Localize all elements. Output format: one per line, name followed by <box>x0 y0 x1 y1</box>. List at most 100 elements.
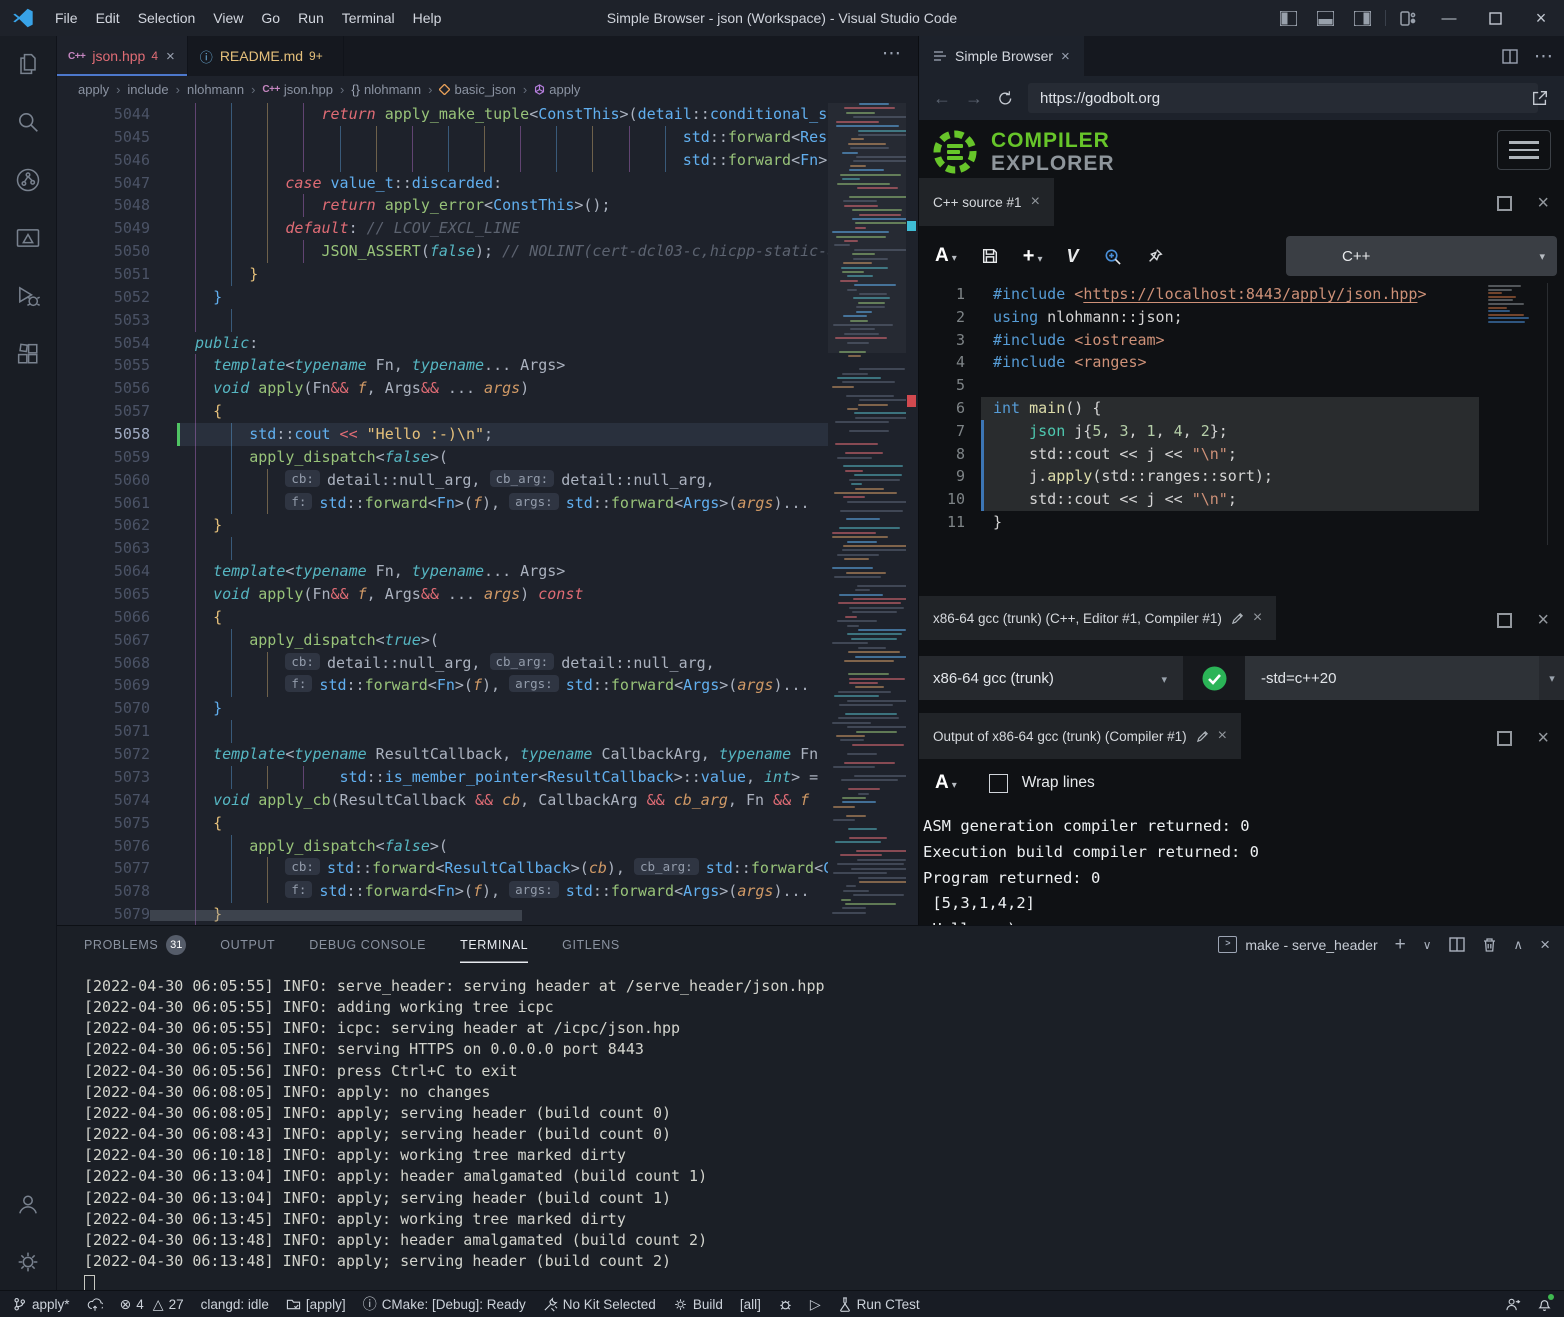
menu-go[interactable]: Go <box>252 0 289 36</box>
build-target-item[interactable]: [all] <box>740 1297 761 1312</box>
code-line[interactable]: 5062} <box>56 514 828 537</box>
rename-icon[interactable] <box>1231 612 1244 625</box>
maximize-pane-icon[interactable] <box>1496 730 1513 747</box>
code-line[interactable]: 5072template<typename ResultCallback, ty… <box>56 743 828 766</box>
split-terminal-icon[interactable] <box>1449 937 1465 952</box>
tab-readme-md[interactable]: ⓘ README.md 9+ <box>188 36 344 76</box>
terminal-dropdown-icon[interactable]: ∨ <box>1423 938 1432 952</box>
ce-code-line[interactable]: 1#include <https://localhost:8443/apply/… <box>919 283 1479 306</box>
code-line[interactable]: 5055template<typename Fn, typename... Ar… <box>56 354 828 377</box>
breadcrumb-item[interactable]: include <box>127 82 168 97</box>
code-line[interactable]: 5068cb:detail::null_arg, cb_arg:detail::… <box>56 652 828 675</box>
terminal-instance[interactable]: > make - serve_header <box>1218 936 1377 953</box>
code-line[interactable]: 5069f:std::forward<Fn>(f), args:std::for… <box>56 674 828 697</box>
chevron-down-icon[interactable]: ▾ <box>1539 672 1564 685</box>
cmake-project-item[interactable]: [apply] <box>286 1297 346 1312</box>
close-icon[interactable]: × <box>1253 609 1262 627</box>
maximize-panel-icon[interactable]: ∧ <box>1514 937 1524 953</box>
close-pane-icon[interactable]: × <box>1537 727 1549 750</box>
ce-code-line[interactable]: 9 j.apply(std::ranges::sort); <box>919 465 1479 488</box>
code-line[interactable]: 5045std::forward<ResultCallback>(cb), <box>56 126 828 149</box>
save-icon[interactable] <box>981 247 999 265</box>
compiler-explorer-logo[interactable]: COMPILER EXPLORER <box>929 126 1115 178</box>
ce-code-line[interactable]: 10 std::cout << j << "\n"; <box>919 488 1479 511</box>
zoom-icon[interactable] <box>1103 247 1122 266</box>
kit-item[interactable]: No Kit Selected <box>543 1297 656 1312</box>
code-line[interactable]: 5071 <box>56 720 828 743</box>
ce-source-editor[interactable]: 1#include <https://localhost:8443/apply/… <box>919 283 1479 545</box>
font-size-icon[interactable]: A▾ <box>935 245 957 267</box>
extensions-icon[interactable] <box>14 340 42 368</box>
code-line[interactable]: 5049default: // LCOV_EXCL_LINE <box>56 217 828 240</box>
git-branch-item[interactable]: apply* <box>12 1296 70 1312</box>
account-icon[interactable] <box>14 1190 42 1218</box>
add-pane-icon[interactable]: +▾ <box>1023 245 1043 268</box>
run-and-debug-icon[interactable] <box>14 282 42 310</box>
tab-debug-console[interactable]: DEBUG CONSOLE <box>309 926 426 963</box>
code-line[interactable]: 5078f:std::forward<Fn>(f), args:std::for… <box>56 880 828 903</box>
new-terminal-icon[interactable]: + <box>1395 934 1406 956</box>
code-line[interactable]: 5052} <box>56 286 828 309</box>
code-line[interactable]: 5054public: <box>56 332 828 355</box>
forward-icon[interactable]: → <box>965 88 983 109</box>
code-line[interactable]: 5053 <box>56 309 828 332</box>
problems-item[interactable]: ⊗4 △27 <box>120 1296 184 1313</box>
code-line[interactable]: 5076apply_dispatch<false>( <box>56 835 828 858</box>
close-icon[interactable]: × <box>1218 727 1227 745</box>
compiler-pane-tab[interactable]: x86-64 gcc (trunk) (C++, Editor #1, Comp… <box>919 596 1276 640</box>
code-line[interactable]: 5050JSON_ASSERT(false); // NOLINT(cert-d… <box>56 240 828 263</box>
compiler-flags-input[interactable]: -std=c++20 <box>1245 656 1539 700</box>
editor-more-actions-icon[interactable]: ⋯ <box>882 42 902 65</box>
close-tab-icon[interactable]: × <box>1061 48 1070 65</box>
code-line[interactable]: 5058std::cout << "Hello :-)\n"; <box>56 423 828 446</box>
ce-scrollbar[interactable] <box>1547 283 1548 545</box>
tab-terminal[interactable]: TERMINAL <box>460 926 528 963</box>
minimap[interactable] <box>828 103 906 925</box>
settings-gear-icon[interactable] <box>14 1248 42 1276</box>
close-window-button[interactable]: × <box>1518 0 1564 36</box>
more-actions-icon[interactable]: ⋯ <box>1534 45 1553 68</box>
code-line[interactable]: 5066{ <box>56 606 828 629</box>
reload-icon[interactable] <box>997 90 1014 107</box>
terminal-content[interactable]: [2022-04-30 06:05:55] INFO: serve_header… <box>84 976 825 1295</box>
rename-icon[interactable] <box>1196 730 1209 743</box>
menu-run[interactable]: Run <box>289 0 333 36</box>
tab-gitlens[interactable]: GITLENS <box>562 926 620 963</box>
code-line[interactable]: 5077cb:std::forward<ResultCallback>(cb),… <box>56 857 828 880</box>
build-item[interactable]: Build <box>673 1297 723 1312</box>
customize-layout-icon[interactable] <box>1400 11 1416 26</box>
close-pane-icon[interactable]: × <box>1537 192 1549 215</box>
menu-help[interactable]: Help <box>404 0 451 36</box>
code-line[interactable]: 5047case value_t::discarded: <box>56 172 828 195</box>
source-pane-tab[interactable]: C++ source #1 × <box>919 178 1054 226</box>
explorer-icon[interactable] <box>14 50 42 78</box>
minimize-button[interactable]: — <box>1426 0 1472 36</box>
code-line[interactable]: 5075{ <box>56 812 828 835</box>
clangd-status[interactable]: clangd: idle <box>201 1297 269 1312</box>
breadcrumb-item-namespace[interactable]: {}nlohmann <box>351 82 421 97</box>
breadcrumb-item-file[interactable]: C++json.hpp <box>262 82 333 97</box>
vim-mode-icon[interactable]: V <box>1066 246 1078 267</box>
code-editor[interactable]: 5044return apply_make_tuple<ConstThis>(d… <box>56 103 918 925</box>
ctest-item[interactable]: Run CTest <box>838 1297 920 1312</box>
live-preview-icon[interactable] <box>14 224 42 252</box>
source-control-icon[interactable] <box>14 166 42 194</box>
cmake-status-item[interactable]: ⓘ CMake: [Debug]: Ready <box>363 1294 526 1314</box>
launch-item[interactable]: ▷ <box>810 1296 821 1313</box>
ce-code-line[interactable]: 8 std::cout << j << "\n"; <box>919 443 1479 466</box>
back-icon[interactable]: ← <box>933 88 951 109</box>
code-line[interactable]: 5059apply_dispatch<false>( <box>56 446 828 469</box>
compiler-select[interactable]: x86-64 gcc (trunk) ▾ <box>919 670 1183 687</box>
ce-code-line[interactable]: 3#include <iostream> <box>919 329 1479 352</box>
code-line[interactable]: 5044return apply_make_tuple<ConstThis>(d… <box>56 103 828 126</box>
toggle-panel-icon[interactable] <box>1317 11 1334 26</box>
code-line[interactable]: 5046std::forward<Fn>(f) <box>56 149 828 172</box>
code-line[interactable]: 5057{ <box>56 400 828 423</box>
url-input[interactable] <box>1028 83 1538 113</box>
tab-json-hpp[interactable]: C++ json.hpp 4 × <box>56 36 188 76</box>
ce-code-line[interactable]: 7 json j{5, 3, 1, 4, 2}; <box>919 420 1479 443</box>
language-select[interactable]: C++ ▾ <box>1286 236 1557 276</box>
tab-simple-browser[interactable]: Simple Browser × <box>919 36 1084 76</box>
horizontal-scrollbar[interactable] <box>150 910 522 921</box>
ce-code-line[interactable]: 5 <box>919 374 1479 397</box>
